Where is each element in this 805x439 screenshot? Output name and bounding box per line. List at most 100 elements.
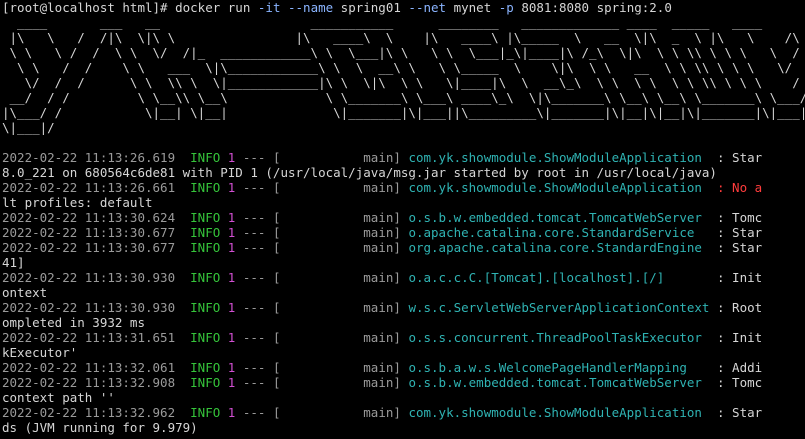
flag-name: --name [280, 0, 334, 15]
log-level: INFO [190, 150, 221, 165]
log-text: ds (JVM running for 9.979) [2, 420, 198, 435]
log-line: 2022-02-22 11:13:31.651 INFO 1 --- [ mai… [2, 330, 805, 345]
log-message: : Tomc [701, 210, 763, 225]
log-separator: --- [ [235, 270, 281, 285]
log-separator: --- [ [235, 375, 281, 390]
log-thread: main] [280, 270, 401, 285]
log-level: INFO [190, 270, 221, 285]
log-thread: main] [280, 240, 401, 255]
log-separator: --- [ [235, 405, 281, 420]
log-separator: --- [ [235, 300, 281, 315]
log-thread: main] [280, 330, 401, 345]
banner-line: \ \ / / \ \ ___ \|\____________\ \ \ __\… [2, 60, 805, 75]
log-message: : Star [694, 225, 763, 240]
log-continuation-line: kExecutor' [2, 345, 805, 360]
log-text: lt profiles: default [2, 195, 153, 210]
log-thread: main] [280, 180, 401, 195]
log-separator: --- [ [235, 360, 281, 375]
shell-prompt: [root@localhost html]# [2, 0, 176, 15]
log-separator: --- [ [235, 210, 281, 225]
log-text: ompleted in 3932 ms [2, 315, 145, 330]
banner-line: \ \ \ / / \ \ \/ /|_ ____________\ \ \__… [2, 45, 805, 60]
log-line: 2022-02-22 11:13:26.661 INFO 1 --- [ mai… [2, 180, 805, 195]
log-separator: --- [ [235, 150, 281, 165]
log-logger: o.s.b.w.embedded.tomcat.TomcatWebServer [408, 210, 702, 225]
banner-line: \|___|/ [2, 120, 55, 135]
log-line: 2022-02-22 11:13:32.061 INFO 1 --- [ mai… [2, 360, 805, 375]
log-timestamp: 2022-02-22 11:13:30.677 [2, 240, 176, 255]
log-line: 2022-02-22 11:13:32.908 INFO 1 --- [ mai… [2, 375, 805, 390]
log-timestamp: 2022-02-22 11:13:30.930 [2, 270, 176, 285]
log-text: 8.0_221 on 680564c6de81 with PID 1 (/usr… [2, 165, 717, 180]
log-thread: main] [280, 360, 401, 375]
banner-line: \/ / / \ \ \\ \ \|____________|\ \ \|\ \… [2, 75, 805, 90]
ascii-banner: ____ ___ __ ___________ ________ _______… [2, 15, 805, 135]
log-output: 2022-02-22 11:13:26.619 INFO 1 --- [ mai… [2, 150, 805, 435]
log-text: kExecutor' [2, 345, 78, 360]
log-separator: --- [ [235, 180, 281, 195]
log-logger: o.s.b.w.embedded.tomcat.TomcatWebServer [408, 375, 702, 390]
log-line: 2022-02-22 11:13:30.624 INFO 1 --- [ mai… [2, 210, 805, 225]
log-continuation-line: context path '' [2, 390, 805, 405]
log-continuation-line: ds (JVM running for 9.979) [2, 420, 805, 435]
log-message: : Init [701, 330, 763, 345]
log-continuation-line: 41] [2, 255, 805, 270]
log-line: 2022-02-22 11:13:30.930 INFO 1 --- [ mai… [2, 270, 805, 285]
log-line: 2022-02-22 11:13:30.677 INFO 1 --- [ mai… [2, 240, 805, 255]
log-logger: org.apache.catalina.core.StandardEngine [408, 240, 702, 255]
log-continuation-line: 8.0_221 on 680564c6de81 with PID 1 (/usr… [2, 165, 805, 180]
log-timestamp: 2022-02-22 11:13:30.677 [2, 225, 176, 240]
terminal-window[interactable]: [root@localhost html]# docker run -it --… [0, 0, 805, 439]
log-level: INFO [190, 405, 221, 420]
log-level: INFO [190, 210, 221, 225]
log-timestamp: 2022-02-22 11:13:26.661 [2, 180, 176, 195]
flag-net: --net [408, 0, 447, 15]
log-separator: --- [ [235, 330, 281, 345]
log-logger: w.s.c.ServletWebServerApplicationContext [408, 300, 710, 315]
log-level: INFO [190, 300, 221, 315]
command-text: docker run [175, 0, 258, 15]
log-text: context path '' [2, 390, 115, 405]
log-message: : Star [701, 405, 763, 420]
log-level: INFO [190, 180, 221, 195]
log-message: : No a [701, 180, 763, 195]
log-line: 2022-02-22 11:13:30.930 INFO 1 --- [ mai… [2, 300, 805, 315]
banner-line: |\ \ / /|\ \|\ \ |\ ____\ \ |\ ____\ |\_… [2, 30, 805, 45]
log-logger: o.s.b.a.w.s.WelcomePageHandlerMapping [408, 360, 687, 375]
log-logger: o.apache.catalina.core.StandardService [408, 225, 695, 240]
log-timestamp: 2022-02-22 11:13:26.619 [2, 150, 176, 165]
log-thread: main] [280, 375, 401, 390]
log-timestamp: 2022-02-22 11:13:32.908 [2, 375, 176, 390]
log-message: : Addi [686, 360, 763, 375]
log-message: : Root [709, 300, 763, 315]
log-level: INFO [190, 375, 221, 390]
log-text: ontext [2, 285, 48, 300]
log-message: : Star [701, 150, 763, 165]
banner-line: |\___/ / \|__| \|__| \|_______|\|___||\_… [2, 105, 805, 120]
log-logger: o.a.c.c.C.[Tomcat].[localhost].[/] [408, 270, 665, 285]
log-message: : Star [701, 240, 763, 255]
log-level: INFO [190, 240, 221, 255]
log-thread: main] [280, 225, 401, 240]
log-continuation-line: ontext [2, 285, 805, 300]
log-logger: com.yk.showmodule.ShowModuleApplication [408, 405, 702, 420]
log-message: : Tomc [701, 375, 763, 390]
log-thread: main] [280, 210, 401, 225]
log-level: INFO [190, 360, 221, 375]
flag-p: -p [498, 0, 514, 15]
log-level: INFO [190, 225, 221, 240]
log-logger: com.yk.showmodule.ShowModuleApplication [408, 180, 702, 195]
flag-net-value: mynet [446, 0, 499, 15]
log-line: 2022-02-22 11:13:30.677 INFO 1 --- [ mai… [2, 225, 805, 240]
log-timestamp: 2022-02-22 11:13:32.061 [2, 360, 176, 375]
log-thread: main] [280, 405, 401, 420]
flag-p-value: 8081:8080 spring:2.0 [513, 0, 672, 15]
log-logger: com.yk.showmodule.ShowModuleApplication [408, 150, 702, 165]
command-line[interactable]: [root@localhost html]# docker run -it --… [2, 0, 805, 15]
log-thread: main] [280, 300, 401, 315]
log-timestamp: 2022-02-22 11:13:30.624 [2, 210, 176, 225]
log-continuation-line: lt profiles: default [2, 195, 805, 210]
log-timestamp: 2022-02-22 11:13:32.962 [2, 405, 176, 420]
log-separator: --- [ [235, 225, 281, 240]
